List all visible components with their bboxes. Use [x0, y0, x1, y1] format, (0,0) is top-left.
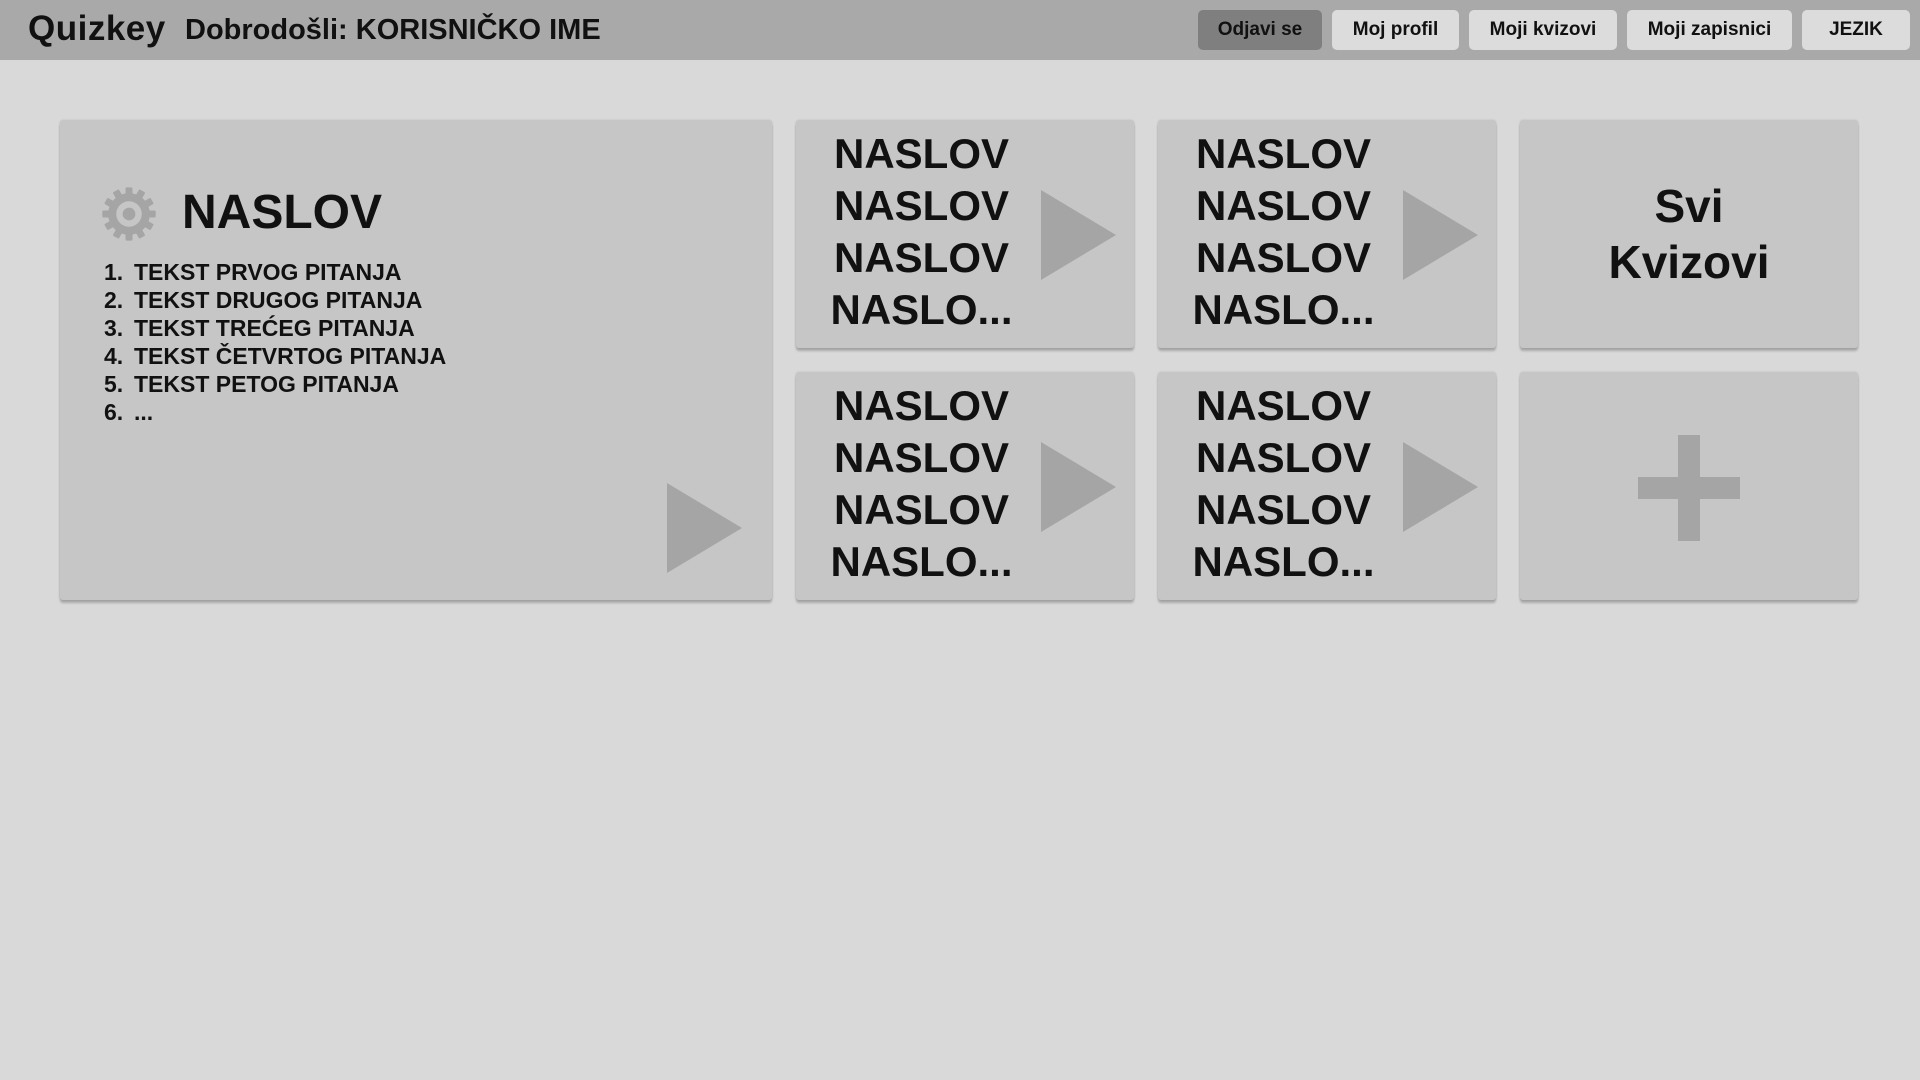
play-icon[interactable] [1041, 190, 1116, 280]
list-item: 2. TEKST DRUGOG PITANJA [104, 287, 423, 313]
quiz-card-title: NASLOV NASLOV NASLOV NASLO... [830, 130, 1013, 333]
my-records-button[interactable]: Moji zapisnici [1627, 10, 1792, 50]
list-item: 1. TEKST PRVOG PITANJA [104, 259, 402, 285]
featured-quiz-title: NASLOV [182, 186, 383, 239]
app-logo[interactable]: Quizkey [28, 9, 166, 49]
play-icon[interactable] [1041, 442, 1116, 532]
quiz-card[interactable]: NASLOV NASLOV NASLOV NASLO... [796, 120, 1134, 348]
list-item: 5. TEKST PETOG PITANJA [104, 371, 399, 397]
list-item: 6.... [104, 399, 154, 425]
play-icon[interactable] [1403, 190, 1478, 280]
my-quizzes-button[interactable]: Moji kvizovi [1469, 10, 1617, 50]
add-quiz-card[interactable] [1520, 372, 1858, 600]
quiz-card-title: NASLOV NASLOV NASLOV NASLO... [830, 382, 1013, 585]
featured-quiz-card[interactable]: NASLOV 1. TEKST PRVOG PITANJA 2. TEKST DRU… [60, 120, 772, 600]
question-list: 1. TEKST PRVOG PITANJA 2. TEKST DRUGOG PIT… [104, 258, 446, 426]
list-item: 4. TEKST ČETVRTOG PITANJA [104, 343, 447, 369]
language-button[interactable]: JEZIK [1802, 10, 1910, 50]
welcome-text: Dobrodošli: KORISNIČKO IME [185, 14, 601, 46]
all-quizzes-card[interactable]: Svi Kvizovi [1520, 120, 1858, 348]
quiz-card-title: NASLOV NASLOV NASLOV NASLO... [1192, 382, 1375, 585]
my-profile-button[interactable]: Moj profil [1332, 10, 1459, 50]
top-bar: Quizkey Dobrodošli: KORISNIČKO IME Odjav… [0, 0, 1920, 60]
quiz-card-title: NASLOV NASLOV NASLOV NASLO... [1192, 130, 1375, 333]
logout-button[interactable]: Odjavi se [1198, 10, 1322, 50]
list-item: 3. TEKST TREĆEG PITANJA [104, 315, 415, 341]
quiz-card[interactable]: NASLOV NASLOV NASLOV NASLO... [796, 372, 1134, 600]
gear-icon[interactable] [100, 185, 158, 243]
all-quizzes-label: Svi Kvizovi [1608, 180, 1770, 288]
play-icon[interactable] [1403, 442, 1478, 532]
quiz-card[interactable]: NASLOV NASLOV NASLOV NASLO... [1158, 120, 1496, 348]
play-icon[interactable] [667, 483, 742, 573]
quiz-card[interactable]: NASLOV NASLOV NASLOV NASLO... [1158, 372, 1496, 600]
